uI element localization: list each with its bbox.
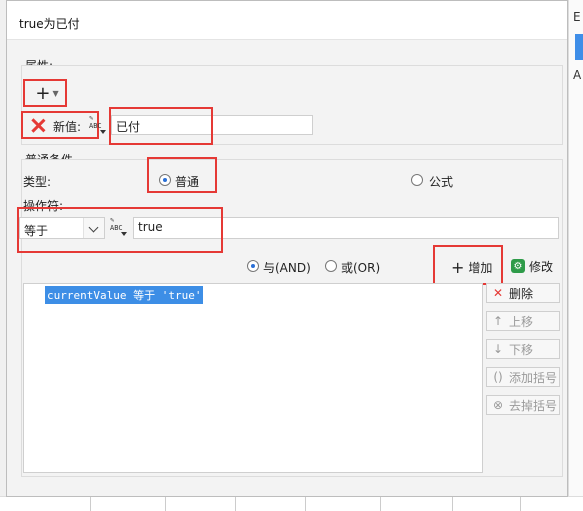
list-item[interactable]: currentValue 等于 'true' xyxy=(45,286,204,304)
background-text: E xyxy=(573,10,581,24)
plus-icon: + xyxy=(451,257,465,277)
text-type-icon[interactable]: ✎ ABC xyxy=(89,114,109,134)
background-text: A xyxy=(573,68,582,82)
and-radio[interactable] xyxy=(247,260,259,272)
operand-input[interactable]: true xyxy=(133,217,559,239)
type-normal-label: 普通 xyxy=(175,175,200,189)
grid-line xyxy=(520,497,521,511)
operator-select[interactable]: 等于 xyxy=(19,217,105,239)
remove-bracket-button[interactable]: ⊗ 去掉括号 xyxy=(486,395,560,415)
move-up-button[interactable]: ↑ 上移 xyxy=(486,311,560,331)
remove-bracket-label: 去掉括号 xyxy=(509,398,558,413)
operator-label: 操作符: xyxy=(23,199,64,213)
add-attribute-button[interactable]: + ▼ xyxy=(27,81,67,105)
arrow-down-icon: ↓ xyxy=(492,342,504,356)
grid-line xyxy=(90,497,91,511)
type-formula-radio[interactable] xyxy=(411,174,423,186)
grid-line xyxy=(380,497,381,511)
new-value-input[interactable]: 已付 xyxy=(111,115,313,135)
add-condition-label: 增加 xyxy=(468,260,493,275)
type-label: 类型: xyxy=(23,175,52,189)
modify-label: 修改 xyxy=(529,259,554,274)
grid-line xyxy=(452,497,453,511)
new-value-label: 新值: xyxy=(53,120,82,134)
background-right-panel: E A xyxy=(568,0,583,510)
plus-icon: + xyxy=(35,82,51,104)
type-normal-radio[interactable] xyxy=(159,174,171,186)
background-grid xyxy=(0,496,583,511)
delete-button[interactable]: ✕ 删除 xyxy=(486,283,560,303)
remove-bracket-icon: ⊗ xyxy=(492,398,504,412)
operator-value: 等于 xyxy=(24,224,49,238)
dialog-titlebar: true为已付 xyxy=(7,1,567,40)
move-up-label: 上移 xyxy=(509,314,534,329)
gear-icon: ⚙ xyxy=(511,259,525,273)
move-down-label: 下移 xyxy=(509,342,534,357)
and-label: 与(AND) xyxy=(263,261,311,275)
bracket-icon: () xyxy=(493,370,503,384)
close-icon: ✕ xyxy=(492,286,504,300)
or-radio[interactable] xyxy=(325,260,337,272)
move-down-button[interactable]: ↓ 下移 xyxy=(486,339,560,359)
dropdown-arrow-icon: ▼ xyxy=(52,88,59,98)
type-formula-label: 公式 xyxy=(429,175,454,189)
add-bracket-button[interactable]: () 添加括号 xyxy=(486,367,560,387)
add-condition-button[interactable]: + 增加 xyxy=(443,253,505,281)
grid-line xyxy=(305,497,306,511)
condition-dialog: true为已付 属性: +▼ 新值: ✎ABC 已付 普通条件 类型: 普通 公… xyxy=(6,0,568,497)
add-bracket-label: 添加括号 xyxy=(509,370,558,385)
delete-label: 删除 xyxy=(509,286,534,301)
arrow-up-icon: ↑ xyxy=(492,314,504,328)
delete-attribute-icon[interactable] xyxy=(31,118,45,132)
dialog-title: true为已付 xyxy=(19,17,80,31)
or-label: 或(OR) xyxy=(341,261,381,275)
grid-line xyxy=(165,497,166,511)
grid-line xyxy=(235,497,236,511)
text-type-icon[interactable]: ✎ ABC xyxy=(110,216,130,236)
background-selected-cell xyxy=(575,34,583,60)
condition-list[interactable]: currentValue 等于 'true' xyxy=(23,283,483,473)
chevron-down-icon[interactable] xyxy=(83,218,104,238)
modify-button[interactable]: ⚙ 修改 xyxy=(511,255,563,277)
